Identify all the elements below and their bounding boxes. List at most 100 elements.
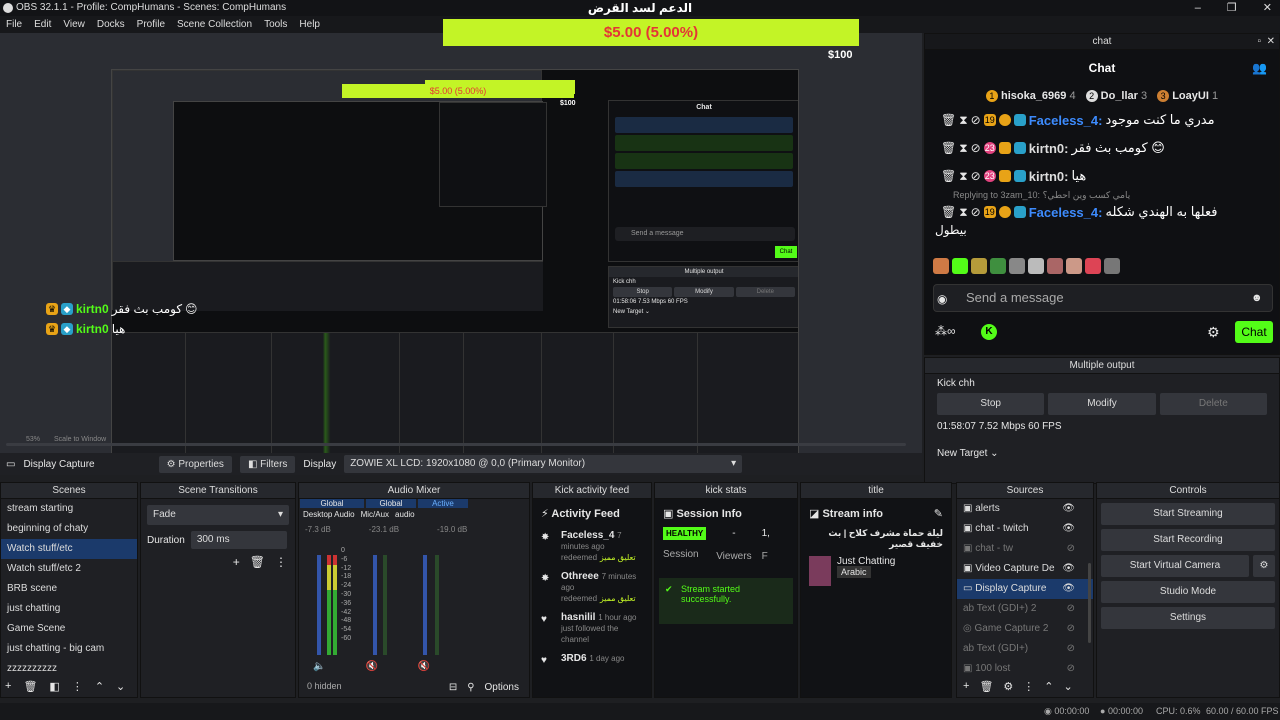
- channel-name[interactable]: Desktop Audio: [303, 510, 355, 519]
- menu-help[interactable]: Help: [299, 16, 320, 33]
- link-icon[interactable]: ⚲: [467, 682, 474, 693]
- record-icon[interactable]: ◉: [937, 292, 947, 306]
- add-icon[interactable]: +: [5, 680, 11, 693]
- new-target-dropdown[interactable]: New Target ⌄: [925, 438, 1279, 459]
- timeout-icon[interactable]: ⧗: [959, 141, 967, 156]
- source-item[interactable]: ▣ Video Capture De 👁: [957, 559, 1093, 579]
- filters-button[interactable]: ◧ Filters: [239, 455, 296, 473]
- close-icon[interactable]: ✕: [1267, 34, 1275, 50]
- menu-file[interactable]: File: [6, 16, 22, 33]
- settings-gear-icon[interactable]: ⚙: [1207, 324, 1220, 341]
- volume-slider[interactable]: [423, 555, 427, 655]
- scene-item[interactable]: Watch stuff/etc 2: [1, 559, 137, 579]
- scene-item[interactable]: just chatting - big cam: [1, 639, 137, 659]
- eye-icon[interactable]: 👁: [1062, 519, 1075, 539]
- close-button[interactable]: ✕: [1263, 0, 1272, 16]
- emoji-icon[interactable]: ☻: [1251, 292, 1263, 304]
- preview-zoom-controls[interactable]: 53% Scale to Window: [26, 436, 106, 443]
- emote-icon[interactable]: [1066, 258, 1082, 274]
- scene-item[interactable]: beginning of chaty: [1, 519, 137, 539]
- ban-icon[interactable]: ⊘: [971, 113, 981, 127]
- studio-mode-button[interactable]: Studio Mode: [1101, 581, 1275, 603]
- gear-icon[interactable]: ⚙: [1003, 680, 1013, 693]
- scale-mode[interactable]: Scale to Window: [54, 436, 106, 443]
- maximize-button[interactable]: ❐: [1227, 0, 1237, 16]
- trash-icon[interactable]: 🗑: [23, 680, 37, 693]
- delete-icon[interactable]: 🗑: [941, 169, 956, 183]
- source-item[interactable]: ▣ alerts 👁: [957, 499, 1093, 519]
- eye-icon[interactable]: 👁: [1062, 499, 1075, 519]
- chat-username[interactable]: Faceless_4:: [1029, 205, 1103, 220]
- users-icon[interactable]: 👥: [1252, 50, 1267, 86]
- scene-item[interactable]: just chatting: [1, 599, 137, 619]
- chat-send-button[interactable]: Chat: [1235, 321, 1273, 343]
- source-item[interactable]: ab Text (GDI+) ⊘: [957, 639, 1093, 659]
- more-icon[interactable]: ⋮: [275, 555, 287, 569]
- options-button[interactable]: Options: [485, 682, 519, 693]
- scene-item[interactable]: BRB scene: [1, 579, 137, 599]
- menu-profile[interactable]: Profile: [137, 16, 165, 33]
- delete-icon[interactable]: 🗑: [941, 141, 956, 155]
- emote-icon[interactable]: [933, 258, 949, 274]
- chat-send-input[interactable]: Send a message: [933, 284, 1273, 312]
- channel-name[interactable]: Mic/Aux: [361, 510, 389, 519]
- settings-button[interactable]: Settings: [1101, 607, 1275, 629]
- source-item[interactable]: ▭ Display Capture 👁: [957, 579, 1093, 599]
- eye-icon[interactable]: 👁: [1062, 559, 1075, 579]
- scene-item[interactable]: Watch stuff/etc: [1, 539, 137, 559]
- start-virtual-camera-button[interactable]: Start Virtual Camera: [1101, 555, 1249, 577]
- emote-icon[interactable]: [1104, 258, 1120, 274]
- eye-off-icon[interactable]: ⊘: [1067, 639, 1075, 659]
- source-item[interactable]: ▣ chat - tw ⊘: [957, 539, 1093, 559]
- virtual-camera-settings-icon[interactable]: ⚙: [1253, 555, 1275, 577]
- properties-button[interactable]: ⚙ Properties: [158, 455, 232, 473]
- menu-tools[interactable]: Tools: [264, 16, 287, 33]
- more-icon[interactable]: ⋮: [72, 680, 83, 693]
- emote-row[interactable]: [933, 258, 1120, 274]
- chat-username[interactable]: kirtn0:: [1029, 141, 1069, 156]
- channel-name[interactable]: audio: [395, 510, 415, 519]
- eye-off-icon[interactable]: ⊘: [1067, 599, 1075, 619]
- eye-off-icon[interactable]: ⊘: [1067, 539, 1075, 559]
- add-icon[interactable]: +: [963, 680, 969, 693]
- sources-scrollbar[interactable]: [1088, 563, 1091, 643]
- ban-icon[interactable]: ⊘: [971, 169, 981, 183]
- emote-icon[interactable]: [971, 258, 987, 274]
- menu-view[interactable]: View: [63, 16, 85, 33]
- volume-slider[interactable]: [317, 555, 321, 655]
- volume-slider[interactable]: [373, 555, 377, 655]
- transition-select[interactable]: Fade ▾: [147, 505, 289, 525]
- trash-icon[interactable]: 🗑: [979, 680, 993, 693]
- scene-item[interactable]: stream starting: [1, 499, 137, 519]
- speaker-icon[interactable]: 🔈: [313, 661, 325, 672]
- delete-icon[interactable]: 🗑: [941, 205, 956, 219]
- delete-output-button[interactable]: Delete: [1159, 393, 1267, 415]
- chat-username[interactable]: kirtn0:: [1029, 169, 1069, 184]
- trash-icon[interactable]: 🗑: [250, 555, 265, 569]
- preview-canvas[interactable]: $5.00 (5.00%) $100 Chat Send a message C…: [111, 69, 799, 463]
- kick-logo-icon[interactable]: K: [981, 324, 997, 340]
- source-item[interactable]: ▣ 100 lost ⊘: [957, 659, 1093, 679]
- eye-off-icon[interactable]: ⊘: [1067, 619, 1075, 639]
- chevron-down-icon[interactable]: ⌄: [116, 680, 125, 693]
- menu-docks[interactable]: Docks: [97, 16, 125, 33]
- source-item[interactable]: ab Text (GDI+) 2 ⊘: [957, 599, 1093, 619]
- edit-icon[interactable]: ✎: [934, 507, 943, 520]
- ban-icon[interactable]: ⊘: [971, 141, 981, 155]
- preview-scrollbar[interactable]: [6, 443, 906, 446]
- start-streaming-button[interactable]: Start Streaming: [1101, 503, 1275, 525]
- menu-edit[interactable]: Edit: [34, 16, 51, 33]
- layout-icon[interactable]: ⊟: [449, 682, 457, 693]
- timeout-icon[interactable]: ⧗: [959, 113, 967, 128]
- muted-speaker-icon[interactable]: 🔇: [418, 661, 430, 672]
- delete-icon[interactable]: 🗑: [941, 113, 956, 127]
- filter-icon[interactable]: ◧: [49, 680, 59, 693]
- source-item[interactable]: ◎ Game Capture 2 ⊘: [957, 619, 1093, 639]
- modify-output-button[interactable]: Modify: [1048, 393, 1156, 415]
- eye-icon[interactable]: 👁: [1062, 579, 1075, 599]
- emote-icon[interactable]: [1009, 258, 1025, 274]
- chevron-up-icon[interactable]: ⌃: [95, 680, 104, 693]
- minimize-button[interactable]: –: [1195, 0, 1201, 16]
- scene-item[interactable]: zzzzzzzzzz: [1, 659, 137, 679]
- timeout-icon[interactable]: ⧗: [959, 205, 967, 220]
